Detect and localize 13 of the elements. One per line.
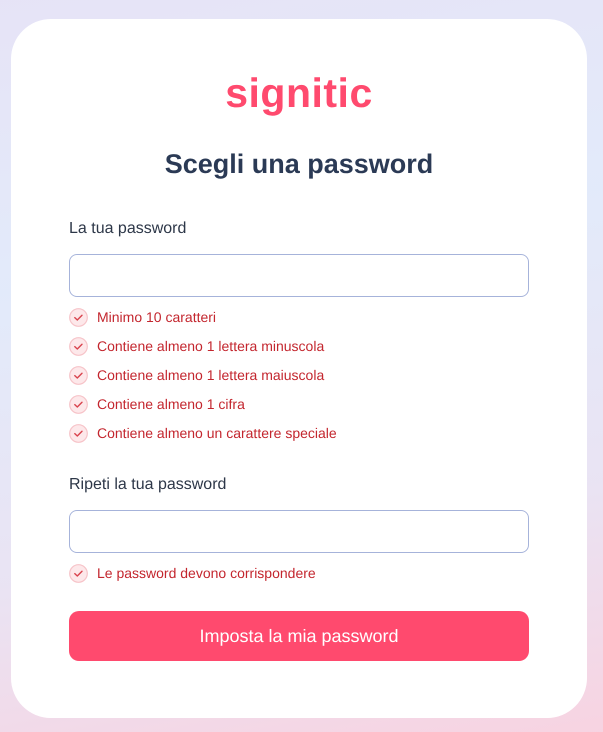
rule-text: Minimo 10 caratteri xyxy=(97,308,216,326)
rule-text: Le password devono corrispondere xyxy=(97,564,316,582)
logo: signitic xyxy=(225,71,373,115)
page-title: Scegli una password xyxy=(164,148,434,181)
rule-text: Contiene almeno 1 cifra xyxy=(97,395,245,413)
field-label: La tua password xyxy=(69,219,186,239)
password-field[interactable] xyxy=(69,510,529,553)
field-label: Ripeti la tua password xyxy=(69,475,226,495)
rule-text: Contiene almeno un carattere speciale xyxy=(97,424,337,442)
rule-text: Contiene almeno 1 lettera maiuscola xyxy=(97,366,324,384)
submit-button[interactable]: Imposta la mia password xyxy=(69,611,529,661)
rule-text: Contiene almeno 1 lettera minuscola xyxy=(97,337,324,355)
password-field[interactable] xyxy=(69,254,529,297)
